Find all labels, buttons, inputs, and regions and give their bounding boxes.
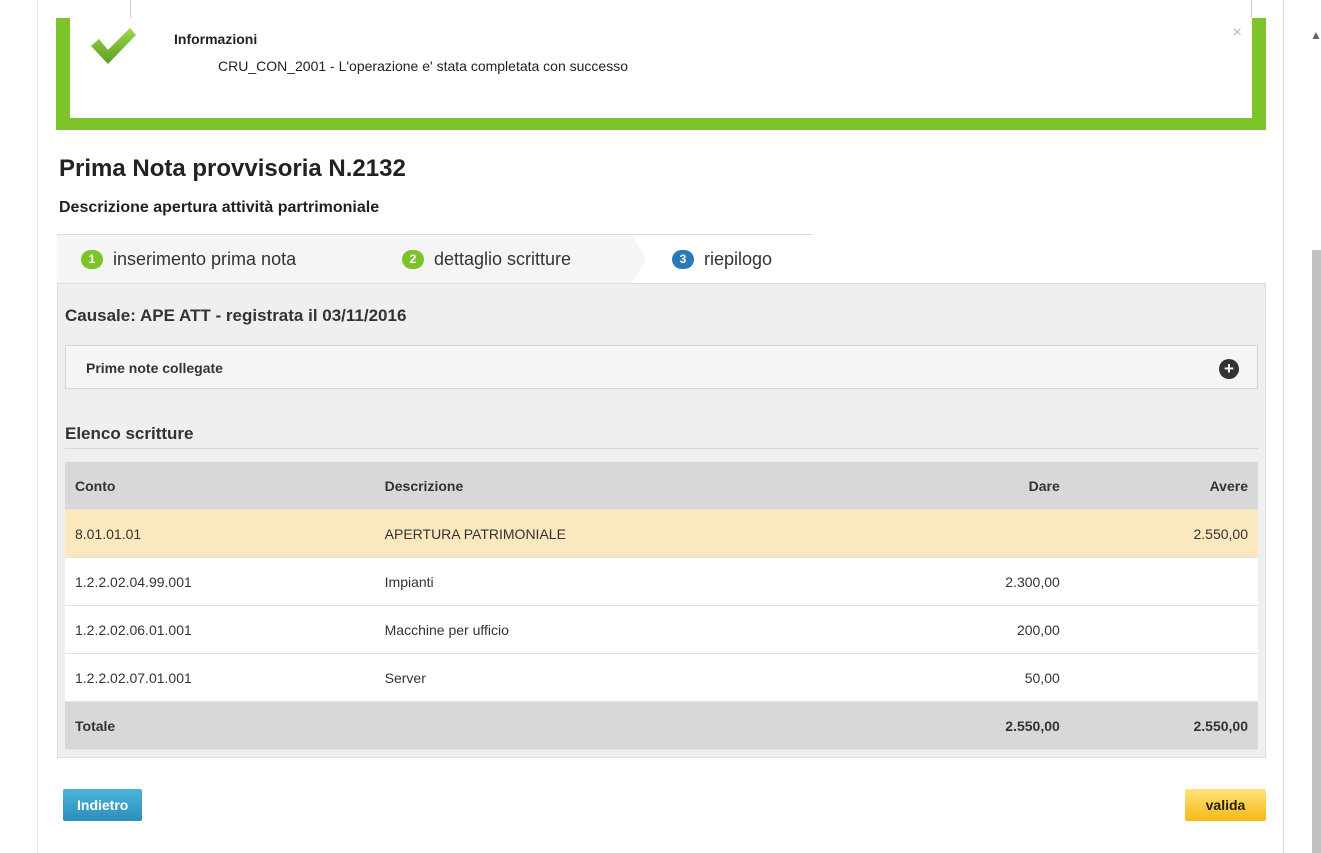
table-row[interactable]: 1.2.2.02.07.01.001 Server 50,00 (65, 653, 1258, 702)
close-icon[interactable]: × (1233, 24, 1242, 42)
cell-conto: 8.01.01.01 (65, 509, 375, 558)
step-label: dettaglio scritture (434, 248, 572, 269)
scritture-table: Conto Descrizione Dare Avere 8.01.01.01 … (65, 462, 1258, 750)
cell-descrizione: Server (374, 653, 873, 702)
cell-avere (1069, 557, 1258, 606)
totals-empty-cell (374, 701, 873, 750)
top-search-field[interactable] (130, 0, 1252, 20)
cell-avere (1069, 653, 1258, 702)
cell-descrizione: Macchine per ufficio (374, 605, 873, 654)
wizard-step-riepilogo[interactable]: 3 riepilogo (632, 235, 813, 283)
wizard-step-dettaglio[interactable]: 2 dettaglio scritture (382, 235, 646, 283)
step-number-badge: 2 (402, 249, 424, 269)
table-row[interactable]: 8.01.01.01 APERTURA PATRIMONIALE 2.550,0… (65, 509, 1258, 558)
content-left-border (37, 0, 38, 853)
totals-label: Totale (65, 701, 375, 750)
cell-dare: 50,00 (872, 653, 1070, 702)
cell-avere (1069, 605, 1258, 654)
scroll-up-arrow-icon[interactable]: ▲ (1310, 28, 1321, 42)
totals-dare: 2.550,00 (872, 701, 1070, 750)
page-title: Prima Nota provvisoria N.2132 (59, 155, 406, 182)
column-header-conto: Conto (65, 462, 375, 510)
success-alert: Informazioni CRU_CON_2001 - L'operazione… (56, 18, 1266, 130)
plus-icon[interactable]: + (1219, 359, 1239, 379)
alert-title: Informazioni (174, 31, 258, 47)
prime-note-collegate-accordion[interactable]: Prime note collegate + (65, 345, 1258, 389)
cell-conto: 1.2.2.02.06.01.001 (65, 605, 375, 654)
content-right-border (1283, 0, 1284, 853)
step-number-badge: 1 (81, 249, 103, 269)
summary-panel: Causale: APE ATT - registrata il 03/11/2… (57, 283, 1266, 758)
table-row[interactable]: 1.2.2.02.06.01.001 Macchine per ufficio … (65, 605, 1258, 654)
table-header-row: Conto Descrizione Dare Avere (65, 462, 1258, 510)
wizard-steps: 1 inserimento prima nota 2 dettaglio scr… (57, 234, 813, 283)
table-totals-row: Totale 2.550,00 2.550,00 (65, 701, 1258, 750)
column-header-descrizione: Descrizione (374, 462, 873, 510)
page-subtitle: Descrizione apertura attività partrimoni… (59, 199, 380, 216)
cell-conto: 1.2.2.02.07.01.001 (65, 653, 375, 702)
step-number-badge: 3 (672, 249, 694, 269)
cell-descrizione: APERTURA PATRIMONIALE (374, 509, 873, 558)
cell-dare (872, 509, 1070, 558)
alert-message: CRU_CON_2001 - L'operazione e' stata com… (218, 58, 629, 74)
wizard-step-inserimento[interactable]: 1 inserimento prima nota (57, 235, 382, 283)
column-header-avere: Avere (1069, 462, 1258, 510)
step-label: riepilogo (704, 248, 773, 269)
cell-descrizione: Impianti (374, 557, 873, 606)
section-title: Elenco scritture (65, 424, 1258, 449)
cell-dare: 200,00 (872, 605, 1070, 654)
cell-avere: 2.550,00 (1069, 509, 1258, 558)
back-button[interactable]: Indietro (63, 789, 143, 821)
scrollbar-thumb[interactable] (1312, 250, 1321, 853)
cell-conto: 1.2.2.02.04.99.001 (65, 557, 375, 606)
table-row[interactable]: 1.2.2.02.04.99.001 Impianti 2.300,00 (65, 557, 1258, 606)
totals-avere: 2.550,00 (1069, 701, 1258, 750)
accordion-label: Prime note collegate (86, 360, 223, 376)
column-header-dare: Dare (872, 462, 1070, 510)
checkmark-icon (91, 28, 136, 64)
step-label: inserimento prima nota (113, 248, 297, 269)
cell-dare: 2.300,00 (872, 557, 1070, 606)
causale-heading: Causale: APE ATT - registrata il 03/11/2… (65, 306, 407, 325)
valida-button[interactable]: valida (1185, 789, 1266, 821)
